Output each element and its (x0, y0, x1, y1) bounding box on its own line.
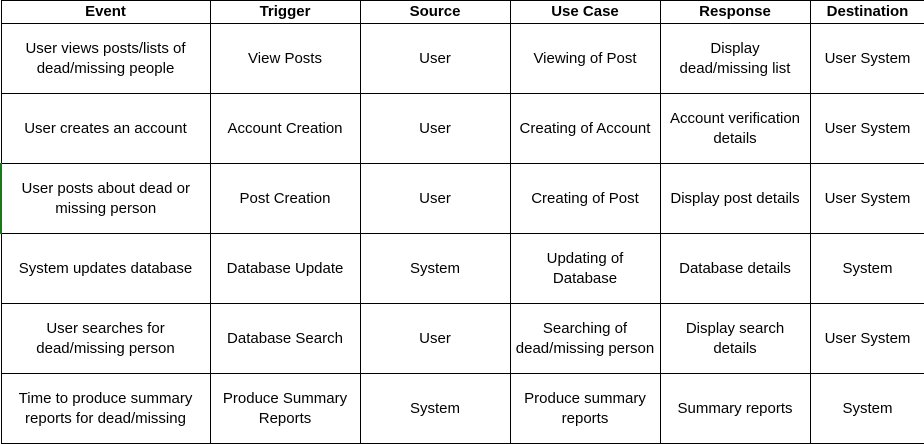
use-case-cell: Creating of Account (509, 93, 661, 164)
trigger-cell: Account Creation (209, 93, 361, 164)
header-destination: Destination (809, 0, 924, 24)
destination-cell: System (809, 233, 924, 304)
use-case-cell: Updating of Database (509, 233, 661, 304)
response-cell: Summary reports (659, 373, 811, 444)
table-row: System updates database Database Update … (0, 233, 924, 304)
source-cell: System (359, 373, 511, 444)
header-response: Response (659, 0, 811, 24)
event-cell: User posts about dead or missing person (0, 163, 211, 234)
source-cell: User (359, 23, 511, 94)
trigger-cell: Database Search (209, 303, 361, 374)
response-cell: Database details (659, 233, 811, 304)
response-cell: Display dead/missing list (659, 23, 811, 94)
destination-cell: User System (809, 23, 924, 94)
destination-cell: User System (809, 93, 924, 164)
destination-cell: User System (809, 163, 924, 234)
event-cell: User views posts/lists of dead/missing p… (0, 23, 211, 94)
trigger-cell: Produce Summary Reports (209, 373, 361, 444)
use-case-cell: Viewing of Post (509, 23, 661, 94)
event-cell: User searches for dead/missing person (0, 303, 211, 374)
trigger-cell: Database Update (209, 233, 361, 304)
response-cell: Display post details (659, 163, 811, 234)
event-cell: Time to produce summary reports for dead… (0, 373, 211, 444)
response-cell: Account verification details (659, 93, 811, 164)
use-case-cell: Produce summary reports (509, 373, 661, 444)
source-cell: System (359, 233, 511, 304)
source-cell: User (359, 163, 511, 234)
header-row: Event Trigger Source Use Case Response D… (0, 0, 924, 24)
table-row: User posts about dead or missing person … (0, 163, 924, 234)
header-use-case: Use Case (509, 0, 661, 24)
use-case-cell: Creating of Post (509, 163, 661, 234)
response-cell: Display search details (659, 303, 811, 374)
trigger-cell: Post Creation (209, 163, 361, 234)
event-cell: System updates database (0, 233, 211, 304)
header-source: Source (359, 0, 511, 24)
destination-cell: User System (809, 303, 924, 374)
table-row: User searches for dead/missing person Da… (0, 303, 924, 374)
header-event: Event (0, 0, 211, 24)
table-row: Time to produce summary reports for dead… (0, 373, 924, 444)
table-row: User creates an account Account Creation… (0, 93, 924, 164)
use-case-cell: Searching of dead/missing person (509, 303, 661, 374)
trigger-cell: View Posts (209, 23, 361, 94)
source-cell: User (359, 303, 511, 374)
header-trigger: Trigger (209, 0, 361, 24)
table-row: User views posts/lists of dead/missing p… (0, 23, 924, 94)
event-cell: User creates an account (0, 93, 211, 164)
event-table: Event Trigger Source Use Case Response D… (0, 0, 924, 444)
source-cell: User (359, 93, 511, 164)
destination-cell: System (809, 373, 924, 444)
